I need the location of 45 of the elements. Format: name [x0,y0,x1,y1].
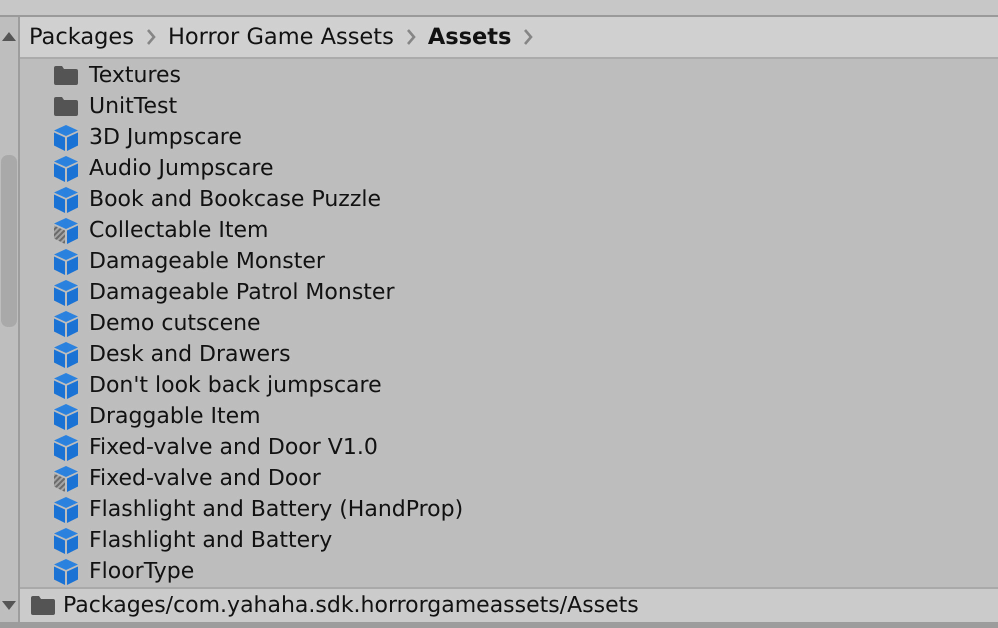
asset-item[interactable]: Draggable Item [89,402,261,430]
chevron-icon [406,29,416,45]
breadcrumb-link[interactable]: Packages [29,23,134,51]
folder-path: Packages/com.yahaha.sdk.horrorgameassets/Assets [63,592,639,620]
folder-icon [54,66,78,85]
asset-item[interactable]: UnitTest [89,92,178,120]
cube-icon [53,558,79,584]
cube-icon [53,280,79,306]
asset-item[interactable]: 3D Jumpscare [89,124,242,152]
folder-icon [54,97,78,116]
folder-icon [31,596,55,615]
asset-item[interactable]: Desk and Drawers [89,340,291,368]
scroll-down-icon[interactable] [2,601,16,610]
cube-icon [53,434,79,460]
asset-item[interactable]: Demo cutscene [89,310,261,338]
scroll-up-icon[interactable] [2,32,16,41]
cube-icon [53,372,79,398]
cube-icon [53,248,79,274]
asset-item[interactable]: Book and Bookcase Puzzle [89,186,382,214]
cube-icon [53,404,79,430]
asset-item[interactable]: Don't look back jumpscare [89,372,382,400]
asset-item[interactable]: Audio Jumpscare [89,154,274,182]
cube-icon [53,528,79,554]
cube-icon [53,342,79,368]
asset-item[interactable]: Damageable Patrol Monster [89,278,394,306]
breadcrumb-link[interactable]: Horror Game Assets [168,23,394,51]
striped-cube-icon [53,466,79,492]
asset-item[interactable]: Fixed-valve and Door V1.0 [89,434,378,462]
scrollbar-thumb[interactable] [1,155,17,327]
cube-icon [53,124,79,150]
cube-icon [53,310,79,336]
chevron-icon [146,29,156,45]
asset-item[interactable]: Collectable Item [89,216,268,244]
asset-item[interactable]: Flashlight and Battery (HandProp) [89,496,464,524]
cube-icon [53,496,79,522]
chevron-icon [523,29,534,45]
asset-item[interactable]: Damageable Monster [89,248,325,276]
breadcrumb-link[interactable]: Assets [428,23,512,51]
striped-cube-icon [53,218,79,244]
cube-icon [53,186,79,212]
asset-item[interactable]: Fixed-valve and Door [89,464,321,492]
asset-item[interactable]: Textures [89,62,181,90]
asset-item[interactable]: Flashlight and Battery [89,526,332,554]
cube-icon [53,156,79,182]
asset-item[interactable]: FloorType [89,558,194,586]
